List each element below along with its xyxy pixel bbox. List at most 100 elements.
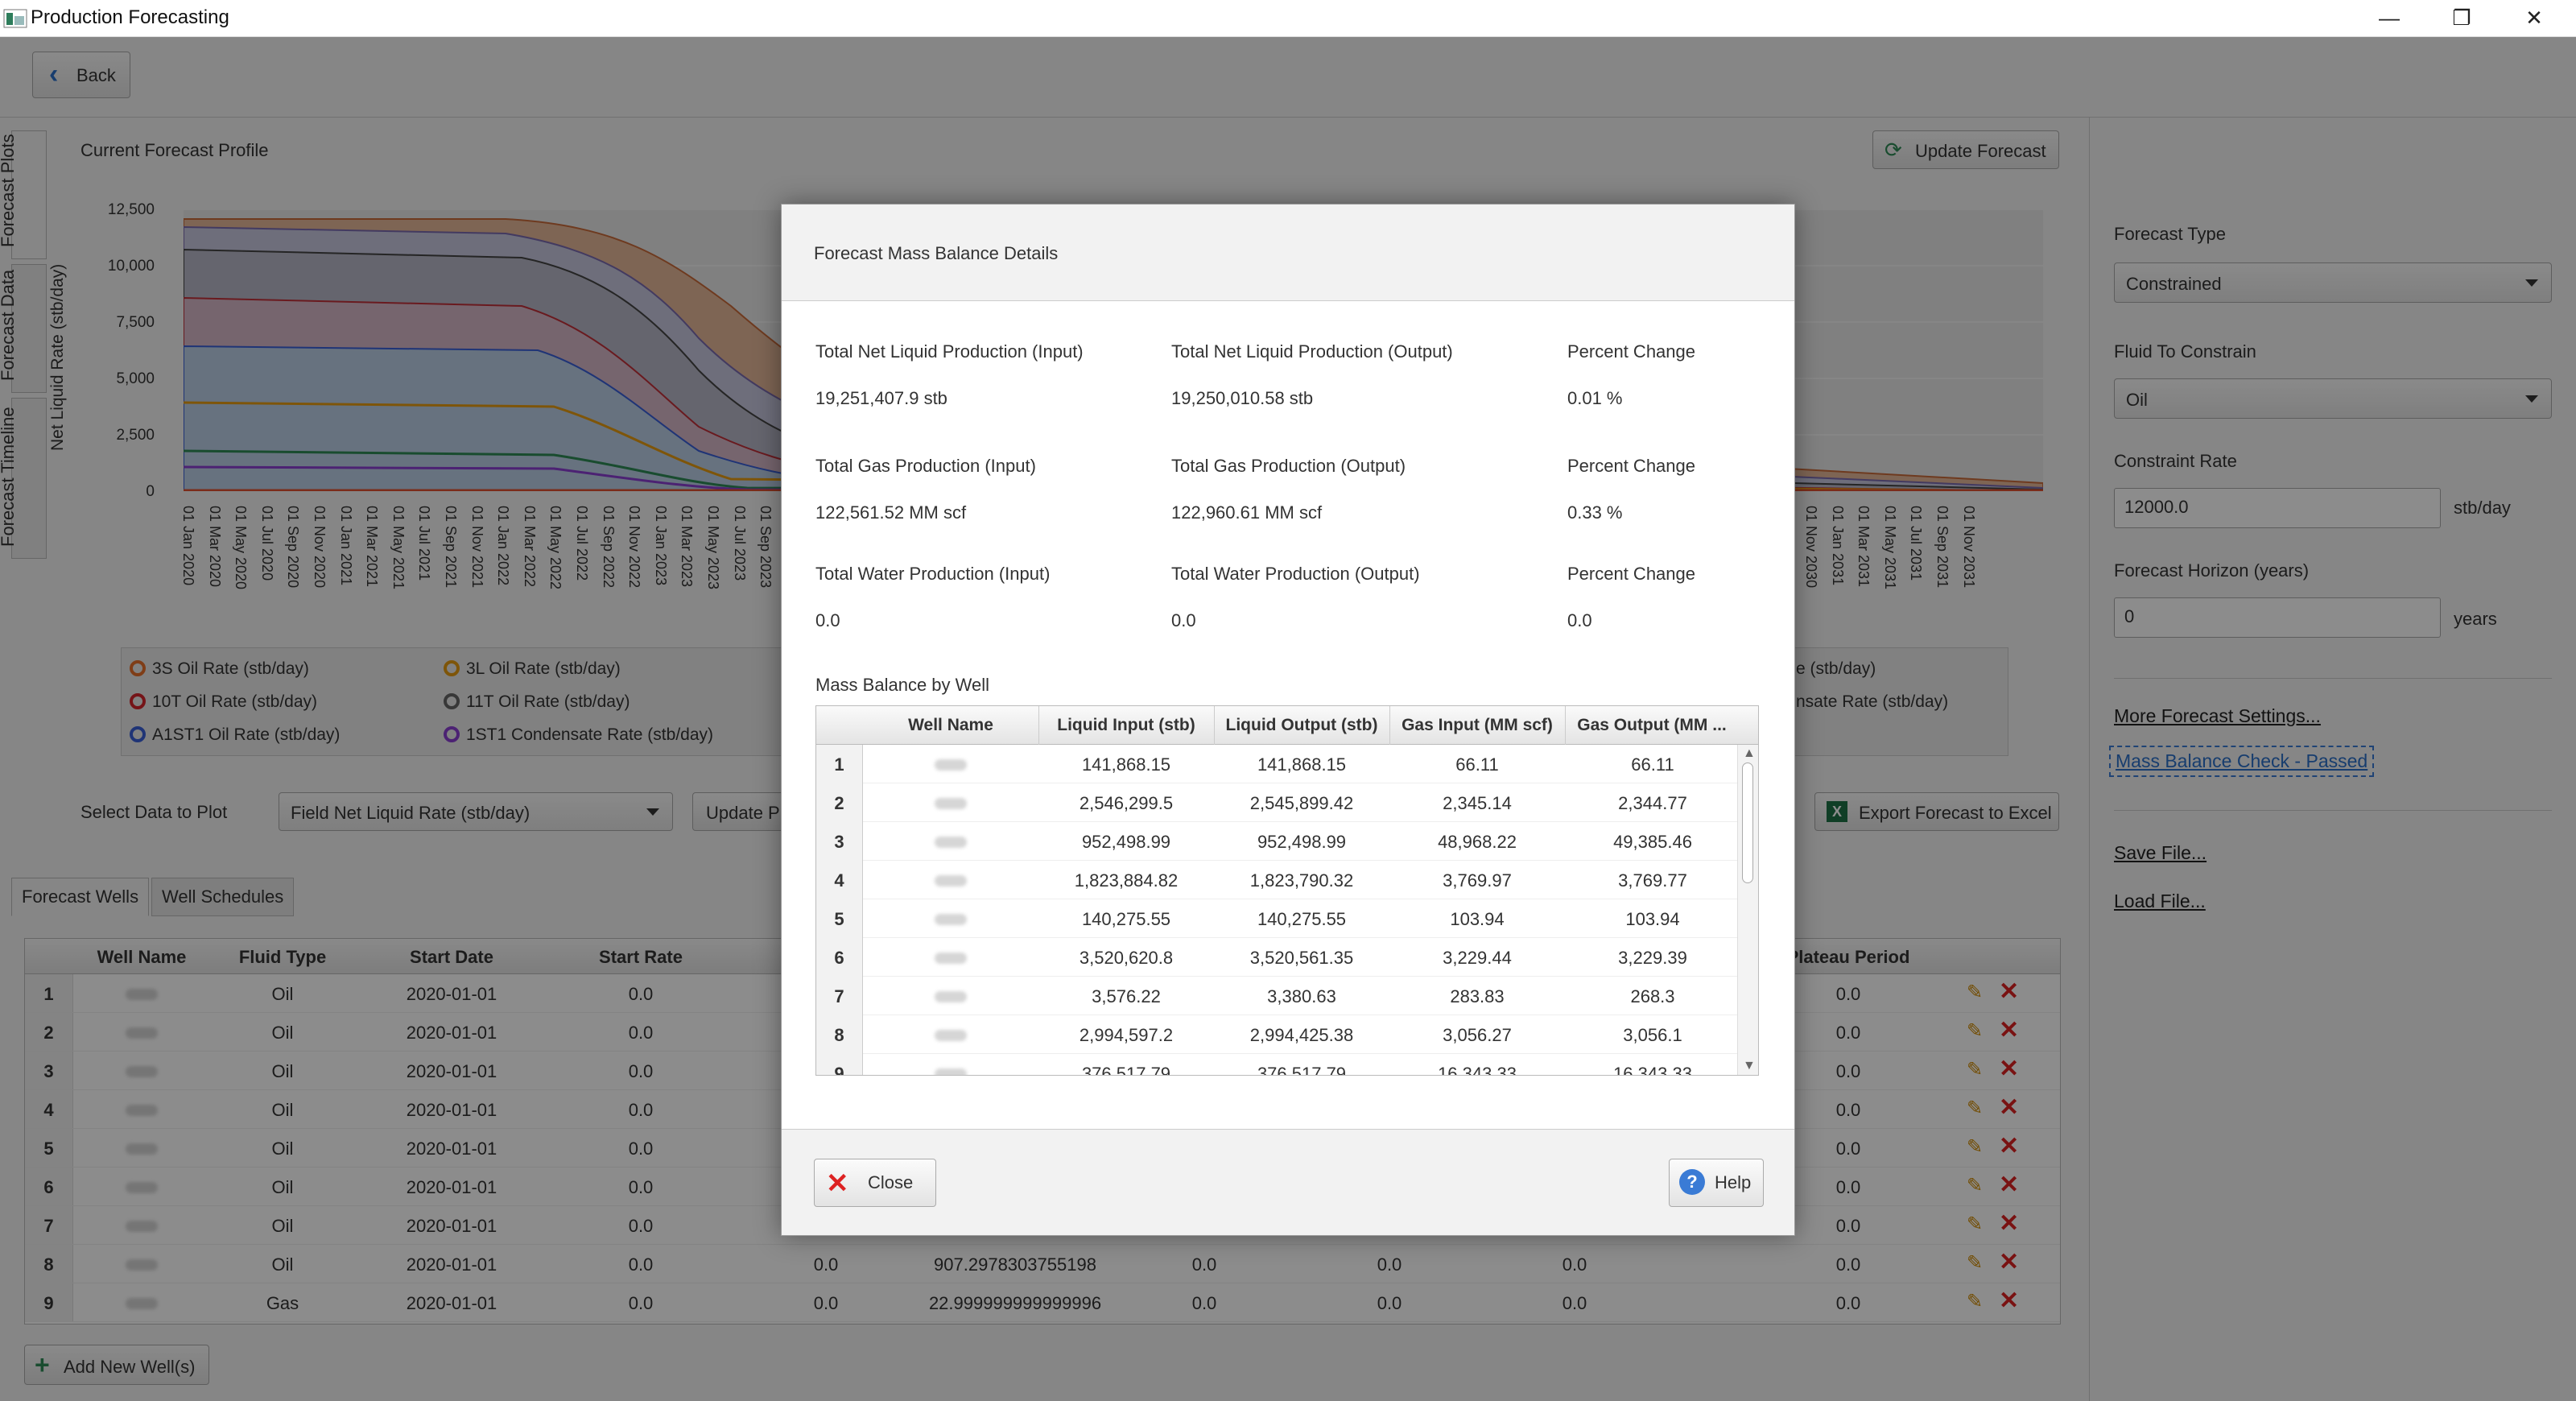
table-cell: 1,823,884.82: [1074, 870, 1179, 891]
table-cell: 2,994,425.38: [1249, 1025, 1354, 1045]
table-cell: 16,343.33: [1438, 1064, 1517, 1076]
well-name-cell: [863, 1025, 1038, 1046]
water-input-value: 0.0: [815, 610, 840, 630]
minimize-button[interactable]: —: [2365, 3, 2413, 32]
table-row[interactable]: 2 2,546,299.5 2,545,899.42 2,345.14 2,344.77: [816, 783, 1739, 822]
title-bar: Production Forecasting — ❐ ✕: [0, 0, 2576, 37]
dialog-header: Forecast Mass Balance Details: [782, 205, 1794, 301]
table-cell: 140,275.55: [1257, 909, 1347, 929]
help-button[interactable]: ? Help: [1669, 1159, 1764, 1207]
gas-output-label: Total Gas Production (Output): [1171, 456, 1406, 476]
table-cell: 49,385.46: [1613, 832, 1692, 852]
close-button[interactable]: ✕ Close: [814, 1159, 936, 1207]
table-cell: 283.83: [1450, 986, 1505, 1006]
liquid-output-value: 19,250,010.58 stb: [1171, 388, 1314, 408]
well-name-cell: [863, 793, 1038, 814]
table-row[interactable]: 6 3,520,620.8 3,520,561.35 3,229.44 3,229.39: [816, 938, 1739, 977]
redacted-text: [935, 1030, 967, 1041]
scrollbar-thumb[interactable]: [1742, 762, 1753, 883]
by-well-label: Mass Balance by Well: [815, 675, 990, 695]
col-gas-output[interactable]: Gas Output (MM ...: [1565, 716, 1739, 735]
row-number: 8: [816, 1015, 863, 1054]
table-row[interactable]: 1 141,868.15 141,868.15 66.11 66.11: [816, 745, 1739, 783]
table-cell: 3,380.63: [1267, 986, 1336, 1006]
well-name-cell: [863, 948, 1038, 969]
close-icon: ✕: [826, 1168, 849, 1199]
col-liquid-input[interactable]: Liquid Input (stb): [1038, 716, 1214, 735]
table-row[interactable]: 5 140,275.55 140,275.55 103.94 103.94: [816, 899, 1739, 938]
table-cell: 66.11: [1631, 754, 1674, 775]
gas-pct-value: 0.33 %: [1567, 502, 1623, 523]
water-pct-label: Percent Change: [1567, 564, 1695, 584]
table-row[interactable]: 8 2,994,597.2 2,994,425.38 3,056.27 3,056.1: [816, 1015, 1739, 1054]
well-name-cell: [863, 754, 1038, 775]
table-scrollbar[interactable]: ▲ ▼: [1737, 745, 1758, 1075]
water-output-value: 0.0: [1171, 610, 1196, 630]
redacted-text: [935, 953, 967, 964]
gas-input-label: Total Gas Production (Input): [815, 456, 1036, 476]
close-window-button[interactable]: ✕: [2510, 3, 2558, 32]
table-cell: 3,520,620.8: [1079, 948, 1174, 968]
help-icon: ?: [1679, 1169, 1705, 1195]
scroll-up-icon[interactable]: ▲: [1743, 746, 1756, 761]
table-row[interactable]: 4 1,823,884.82 1,823,790.32 3,769.97 3,769.7…: [816, 861, 1739, 899]
table-cell: 66.11: [1455, 754, 1499, 775]
table-cell: 103.94: [1450, 909, 1505, 929]
water-pct-value: 0.0: [1567, 610, 1592, 630]
table-cell: 2,344.77: [1618, 793, 1687, 813]
maximize-button[interactable]: ❐: [2438, 3, 2486, 32]
liquid-pct-value: 0.01 %: [1567, 388, 1623, 408]
table-cell: 1,823,790.32: [1249, 870, 1354, 891]
table-cell: 376,517.79: [1257, 1064, 1347, 1076]
table-cell: 2,994,597.2: [1079, 1025, 1174, 1045]
liquid-output-label: Total Net Liquid Production (Output): [1171, 341, 1453, 362]
dialog-title: Forecast Mass Balance Details: [814, 243, 1059, 263]
mass-balance-table-header: Well Name Liquid Input (stb) Liquid Outp…: [816, 706, 1758, 745]
table-row[interactable]: 3 952,498.99 952,498.99 48,968.22 49,385.46: [816, 822, 1739, 861]
liquid-pct-label: Percent Change: [1567, 341, 1695, 362]
redacted-text: [935, 1068, 967, 1075]
table-row[interactable]: 7 3,576.22 3,380.63 283.83 268.3: [816, 977, 1739, 1015]
col-gas-input[interactable]: Gas Input (MM scf): [1389, 716, 1565, 735]
table-cell: 3,229.44: [1443, 948, 1512, 968]
app-icon: [3, 9, 27, 28]
redacted-text: [935, 991, 967, 1002]
well-name-cell: [863, 870, 1038, 891]
row-number: 2: [816, 783, 863, 822]
table-row[interactable]: 9 376,517.79 376,517.79 16,343.33 16,343.33: [816, 1054, 1739, 1076]
water-input-label: Total Water Production (Input): [815, 564, 1051, 584]
row-number: 1: [816, 745, 863, 783]
scroll-down-icon[interactable]: ▼: [1743, 1059, 1756, 1073]
row-number: 4: [816, 861, 863, 899]
col-well-name[interactable]: Well Name: [863, 716, 1038, 735]
liquid-input-label: Total Net Liquid Production (Input): [815, 341, 1084, 362]
table-cell: 103.94: [1625, 909, 1680, 929]
table-cell: 2,546,299.5: [1079, 793, 1174, 813]
table-cell: 2,545,899.42: [1249, 793, 1354, 813]
window-title: Production Forecasting: [31, 6, 229, 28]
redacted-text: [935, 759, 967, 771]
gas-output-value: 122,960.61 MM scf: [1171, 502, 1323, 523]
dialog-footer: ✕ Close ? Help: [782, 1129, 1794, 1235]
redacted-text: [935, 914, 967, 925]
table-cell: 268.3: [1630, 986, 1675, 1006]
table-cell: 141,868.15: [1257, 754, 1347, 775]
row-number: 6: [816, 938, 863, 977]
well-name-cell: [863, 986, 1038, 1007]
table-cell: 140,275.55: [1081, 909, 1171, 929]
gas-input-value: 122,561.52 MM scf: [815, 502, 967, 523]
table-cell: 141,868.15: [1081, 754, 1171, 775]
table-cell: 3,520,561.35: [1249, 948, 1354, 968]
col-liquid-output[interactable]: Liquid Output (stb): [1214, 716, 1389, 735]
well-name-cell: [863, 909, 1038, 930]
table-cell: 3,769.97: [1443, 870, 1512, 891]
liquid-input-value: 19,251,407.9 stb: [815, 388, 947, 408]
table-cell: 3,056.1: [1623, 1025, 1682, 1045]
mass-balance-dialog: Forecast Mass Balance Details Total Net …: [781, 204, 1795, 1236]
mass-balance-table: Well Name Liquid Input (stb) Liquid Outp…: [815, 705, 1759, 1076]
table-cell: 952,498.99: [1257, 832, 1347, 852]
close-label: Close: [868, 1172, 914, 1192]
table-cell: 376,517.79: [1081, 1064, 1171, 1076]
redacted-text: [935, 837, 967, 848]
redacted-text: [935, 875, 967, 886]
